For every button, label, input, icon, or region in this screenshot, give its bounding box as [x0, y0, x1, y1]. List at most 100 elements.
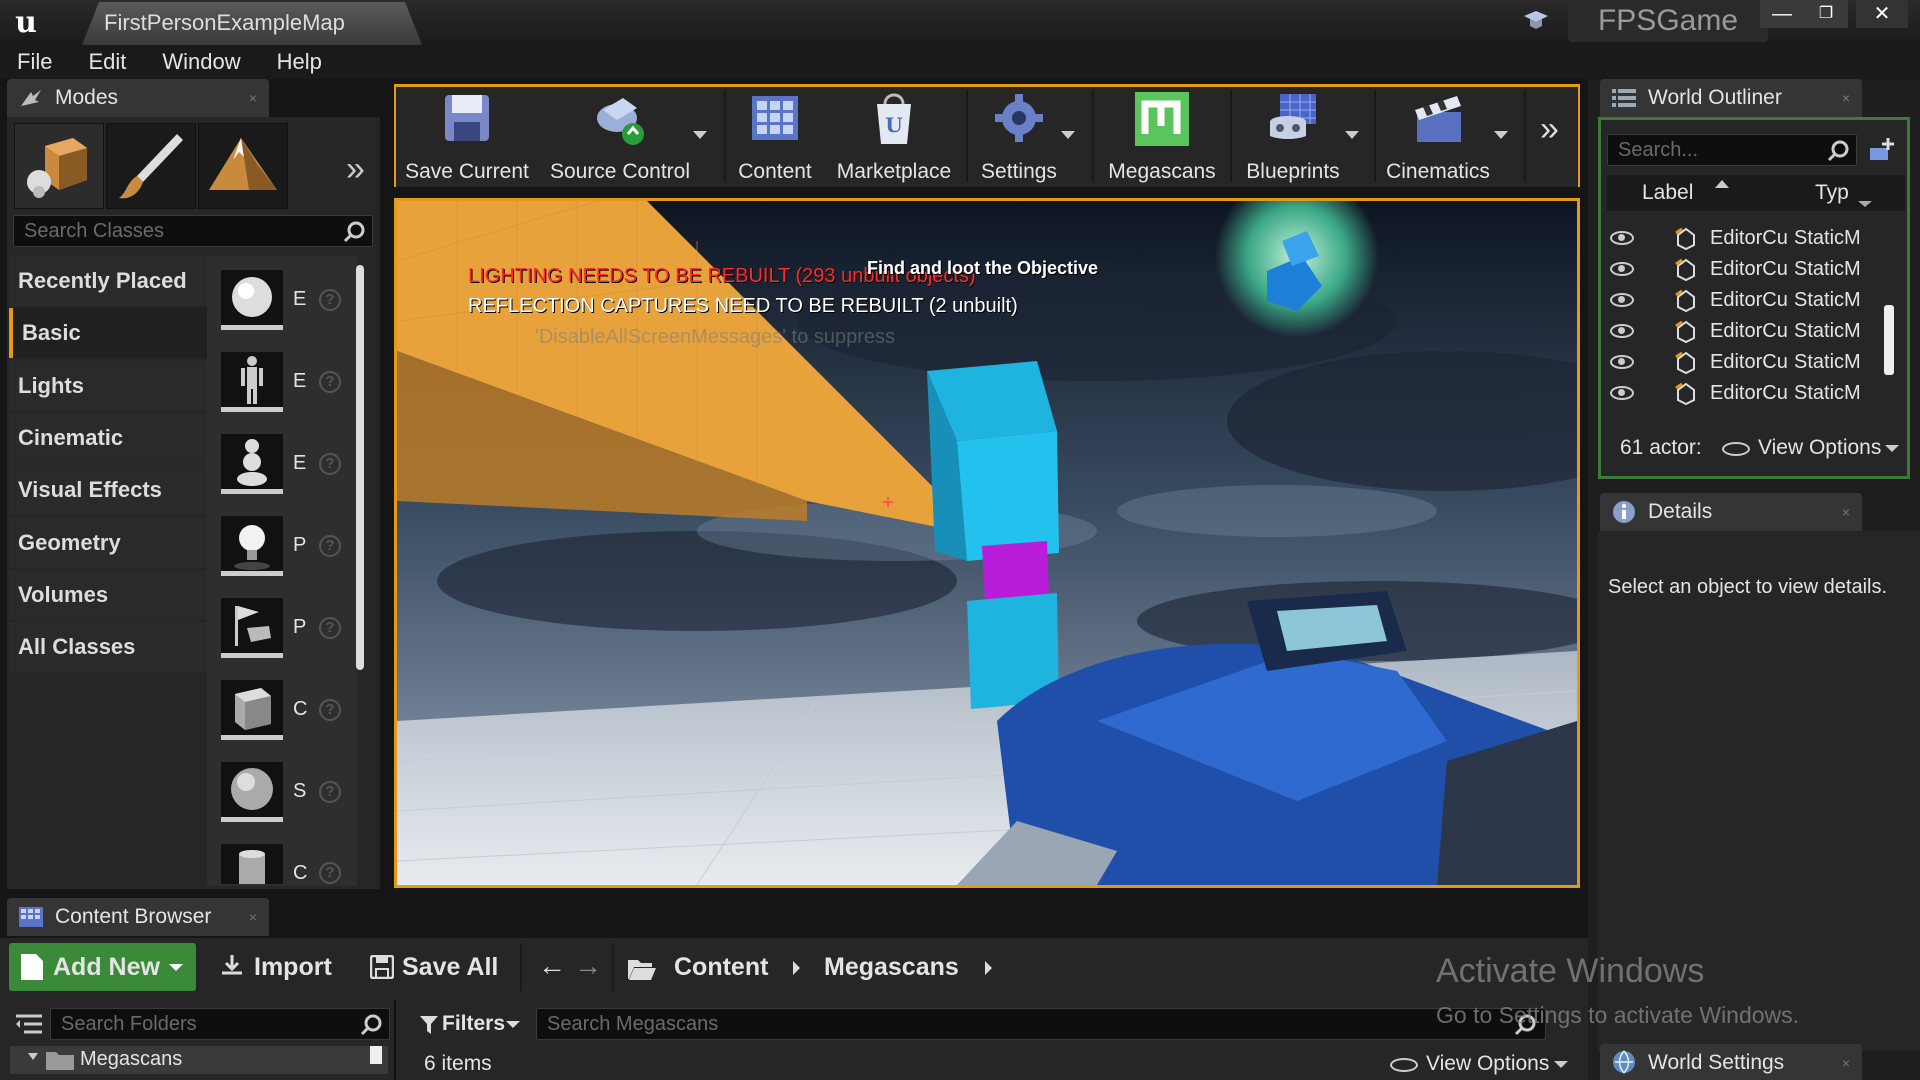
help-icon[interactable]: ?	[319, 371, 341, 393]
marketplace-button[interactable]: U Marketplace	[830, 88, 958, 186]
visibility-eye-icon[interactable]	[1610, 386, 1634, 400]
outliner-row[interactable]: EditorCu StaticM	[1598, 285, 1908, 316]
search-assets-input[interactable]: Search Megascans	[536, 1008, 1546, 1040]
placeable-scrollbar[interactable]	[356, 265, 364, 670]
player-start-thumb-icon[interactable]	[221, 598, 283, 658]
tab-details[interactable]: Details ×	[1600, 493, 1862, 531]
close-tab-icon[interactable]: ×	[1842, 1044, 1850, 1080]
visibility-eye-icon[interactable]	[1610, 231, 1634, 245]
menu-edit[interactable]: Edit	[71, 45, 145, 75]
more-modes-button[interactable]: »	[346, 150, 365, 189]
outliner-search-input[interactable]: Search...	[1607, 134, 1857, 166]
settings-button[interactable]: Settings	[974, 88, 1064, 186]
tab-world-outliner[interactable]: World Outliner ×	[1600, 79, 1862, 117]
light-bulb-thumb-icon[interactable]	[221, 516, 283, 576]
close-icon[interactable]: ✕	[1856, 0, 1908, 28]
close-tab-icon[interactable]: ×	[1842, 79, 1850, 117]
chevron-down-icon[interactable]	[1858, 201, 1872, 207]
forward-arrow-icon[interactable]: →	[574, 950, 602, 982]
minimize-icon[interactable]: —	[1760, 0, 1804, 28]
save-current-button[interactable]: Save Current	[402, 88, 532, 186]
folder-tree-row[interactable]: Megascans	[10, 1046, 388, 1074]
menu-help[interactable]: Help	[260, 45, 341, 75]
help-icon[interactable]: ?	[319, 617, 341, 639]
category-recently-placed[interactable]: Recently Placed	[9, 256, 207, 306]
outliner-row[interactable]: EditorCu StaticM	[1598, 223, 1908, 254]
expand-arrow-icon[interactable]	[28, 1053, 38, 1060]
outliner-row[interactable]: EditorCu StaticM	[1598, 347, 1908, 378]
outliner-row[interactable]: EditorCu StaticM	[1598, 254, 1908, 285]
help-icon[interactable]: ?	[319, 781, 341, 803]
visibility-eye-icon[interactable]	[1610, 262, 1634, 276]
add-filter-icon[interactable]	[1868, 136, 1896, 164]
chevron-down-icon[interactable]	[693, 131, 707, 139]
outliner-view-options-button[interactable]: View Options	[1722, 436, 1902, 464]
search-folders-input[interactable]: Search Folders	[50, 1008, 390, 1040]
add-new-button[interactable]: Add New	[9, 943, 196, 991]
category-volumes[interactable]: Volumes	[9, 570, 207, 620]
blueprints-button[interactable]: Blueprints	[1236, 88, 1350, 186]
chevron-down-icon[interactable]	[1061, 131, 1075, 139]
outliner-row[interactable]: EditorCu StaticM	[1598, 316, 1908, 347]
content-button[interactable]: Content	[730, 88, 820, 186]
folder-scrollbar[interactable]	[370, 1046, 382, 1064]
close-tab-icon[interactable]: ×	[249, 79, 257, 117]
menu-window[interactable]: Window	[145, 45, 259, 75]
sphere-mesh-thumb-icon[interactable]	[221, 762, 283, 822]
search-classes-input[interactable]: Search Classes	[13, 215, 373, 247]
chevron-right-icon[interactable]	[985, 961, 992, 975]
tab-world-settings[interactable]: World Settings ×	[1600, 1044, 1862, 1080]
map-tab[interactable]: FirstPersonExampleMap	[82, 2, 422, 45]
character-thumb-icon[interactable]	[221, 352, 283, 412]
assets-view-options-button[interactable]: View Options	[1390, 1052, 1572, 1080]
visibility-eye-icon[interactable]	[1610, 324, 1634, 338]
source-control-button[interactable]: Source Control	[542, 88, 698, 186]
breadcrumb-content[interactable]: Content	[674, 943, 768, 991]
visibility-eye-icon[interactable]	[1610, 293, 1634, 307]
help-icon[interactable]: ?	[319, 535, 341, 557]
tab-content-browser[interactable]: Content Browser ×	[7, 898, 269, 936]
help-icon[interactable]: ?	[319, 453, 341, 475]
cube-thumb-icon[interactable]	[221, 680, 283, 740]
category-visual-effects[interactable]: Visual Effects	[9, 465, 207, 515]
close-tab-icon[interactable]: ×	[249, 898, 257, 936]
place-mode-button[interactable]	[14, 123, 104, 209]
chevron-right-icon[interactable]	[793, 961, 800, 975]
column-label-header[interactable]: Label	[1642, 181, 1693, 205]
back-arrow-icon[interactable]: ←	[538, 950, 566, 982]
menu-file[interactable]: File	[0, 45, 71, 75]
sphere-thumb-icon[interactable]	[221, 270, 283, 330]
unreal-engine-logo-icon[interactable]: u	[6, 4, 46, 42]
chevron-down-icon[interactable]	[1345, 131, 1359, 139]
cylinder-thumb-icon[interactable]	[221, 844, 283, 884]
category-lights[interactable]: Lights	[9, 361, 207, 411]
close-tab-icon[interactable]: ×	[1842, 493, 1850, 531]
megascans-button[interactable]: Megascans	[1102, 88, 1222, 186]
category-cinematic[interactable]: Cinematic	[9, 413, 207, 463]
notification-icon[interactable]	[1522, 10, 1550, 32]
landscape-mode-button[interactable]	[198, 123, 288, 209]
tab-modes[interactable]: Modes ×	[7, 79, 269, 117]
level-viewport[interactable]: LIGHTING NEEDS TO BE REBUILT (293 unbuil…	[394, 198, 1580, 888]
sources-panel-toggle-icon[interactable]	[14, 1010, 44, 1038]
category-basic[interactable]: Basic	[9, 308, 207, 358]
paint-mode-button[interactable]	[106, 123, 196, 209]
category-all-classes[interactable]: All Classes	[9, 622, 207, 672]
filters-button[interactable]: Filters	[420, 1008, 530, 1040]
outliner-scrollbar[interactable]	[1884, 305, 1894, 375]
column-type-header[interactable]: Typ	[1815, 181, 1849, 205]
chevron-down-icon[interactable]	[1494, 131, 1508, 139]
restore-icon[interactable]: ❐	[1804, 0, 1848, 28]
chevron-double-right-icon[interactable]: »	[1540, 110, 1559, 149]
category-geometry[interactable]: Geometry	[9, 518, 207, 568]
cinematics-button[interactable]: Cinematics	[1380, 88, 1496, 186]
import-button[interactable]: Import	[216, 943, 336, 991]
save-all-button[interactable]: Save All	[368, 943, 508, 991]
help-icon[interactable]: ?	[319, 289, 341, 311]
help-icon[interactable]: ?	[319, 862, 341, 884]
breadcrumb-megascans[interactable]: Megascans	[824, 943, 959, 991]
help-icon[interactable]: ?	[319, 699, 341, 721]
visibility-eye-icon[interactable]	[1610, 355, 1634, 369]
outliner-row[interactable]: EditorCu StaticM	[1598, 378, 1908, 409]
pawn-thumb-icon[interactable]	[221, 434, 283, 494]
